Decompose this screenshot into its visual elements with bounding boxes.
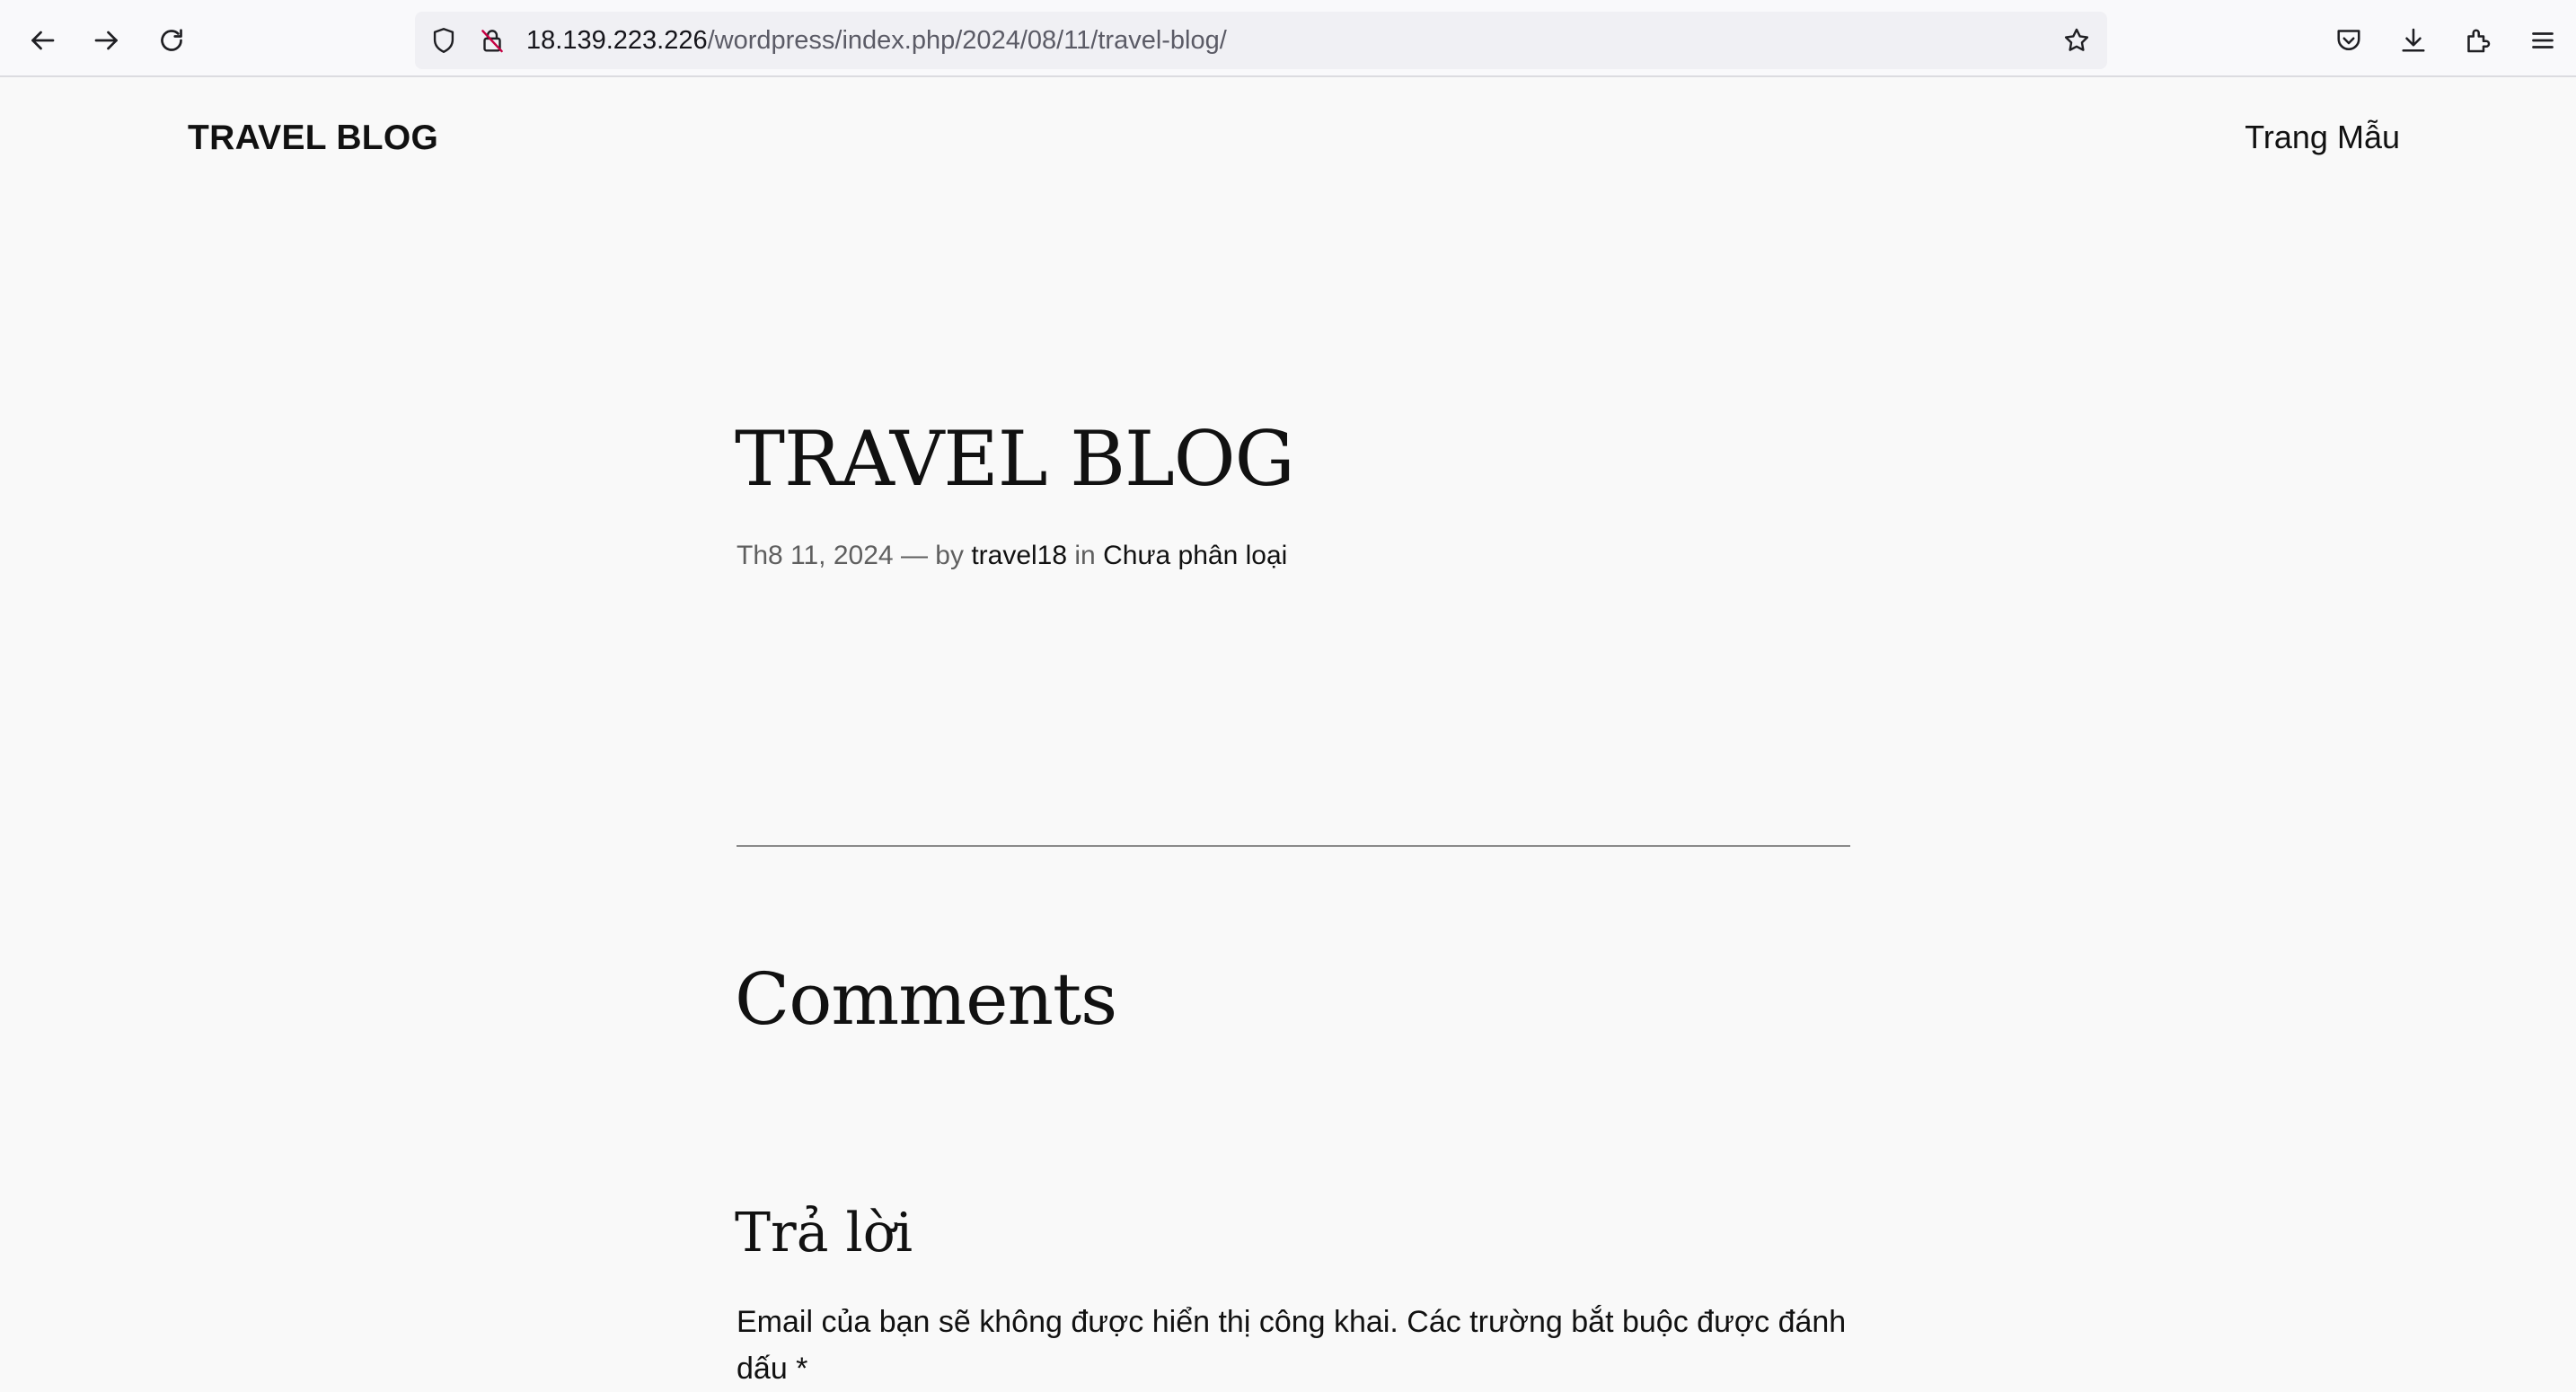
comments-heading: Comments <box>735 957 1117 1041</box>
page-content: TRAVEL BLOG Trang Mẫu TRAVEL BLOG Th8 11… <box>0 79 2576 1392</box>
by-label: by <box>935 541 964 570</box>
content-divider <box>737 845 1850 847</box>
hamburger-menu-icon[interactable] <box>2518 15 2568 66</box>
address-bar[interactable]: 18.139.223.226/wordpress/index.php/2024/… <box>415 12 2107 69</box>
browser-toolbar: 18.139.223.226/wordpress/index.php/2024/… <box>0 0 2576 77</box>
reply-heading: Trả lời <box>735 1202 913 1264</box>
url-path: /wordpress/index.php/2024/08/11/travel-b… <box>707 26 1227 55</box>
forward-arrow-icon[interactable] <box>82 15 132 66</box>
reload-icon[interactable] <box>146 15 197 66</box>
pocket-icon[interactable] <box>2324 15 2374 66</box>
nav-link-trang-mau[interactable]: Trang Mẫu <box>2245 119 2400 156</box>
post-title: TRAVEL BLOG <box>735 415 1295 503</box>
author-link[interactable]: travel18 <box>971 541 1067 570</box>
in-label: in <box>1074 541 1096 570</box>
url-text[interactable]: 18.139.223.226/wordpress/index.php/2024/… <box>526 24 1227 57</box>
category-link[interactable]: Chưa phân loại <box>1103 541 1287 570</box>
comment-notes: Email của bạn sẽ không được hiển thị côn… <box>737 1305 1847 1386</box>
meta-separator: — <box>900 541 928 570</box>
site-title-link[interactable]: TRAVEL BLOG <box>188 119 438 158</box>
download-icon[interactable] <box>2388 15 2439 66</box>
insecure-connection-lock-icon[interactable] <box>476 24 508 57</box>
url-host: 18.139.223.226 <box>526 26 708 55</box>
bookmark-star-icon[interactable] <box>2060 24 2093 57</box>
tracking-protection-shield-icon[interactable] <box>428 24 460 57</box>
extensions-puzzle-icon[interactable] <box>2453 15 2503 66</box>
post-meta: Th8 11, 2024 — by travel18 in Chưa phân … <box>737 541 1287 571</box>
post-date: Th8 11, 2024 <box>737 541 894 570</box>
back-arrow-icon[interactable] <box>17 15 67 66</box>
